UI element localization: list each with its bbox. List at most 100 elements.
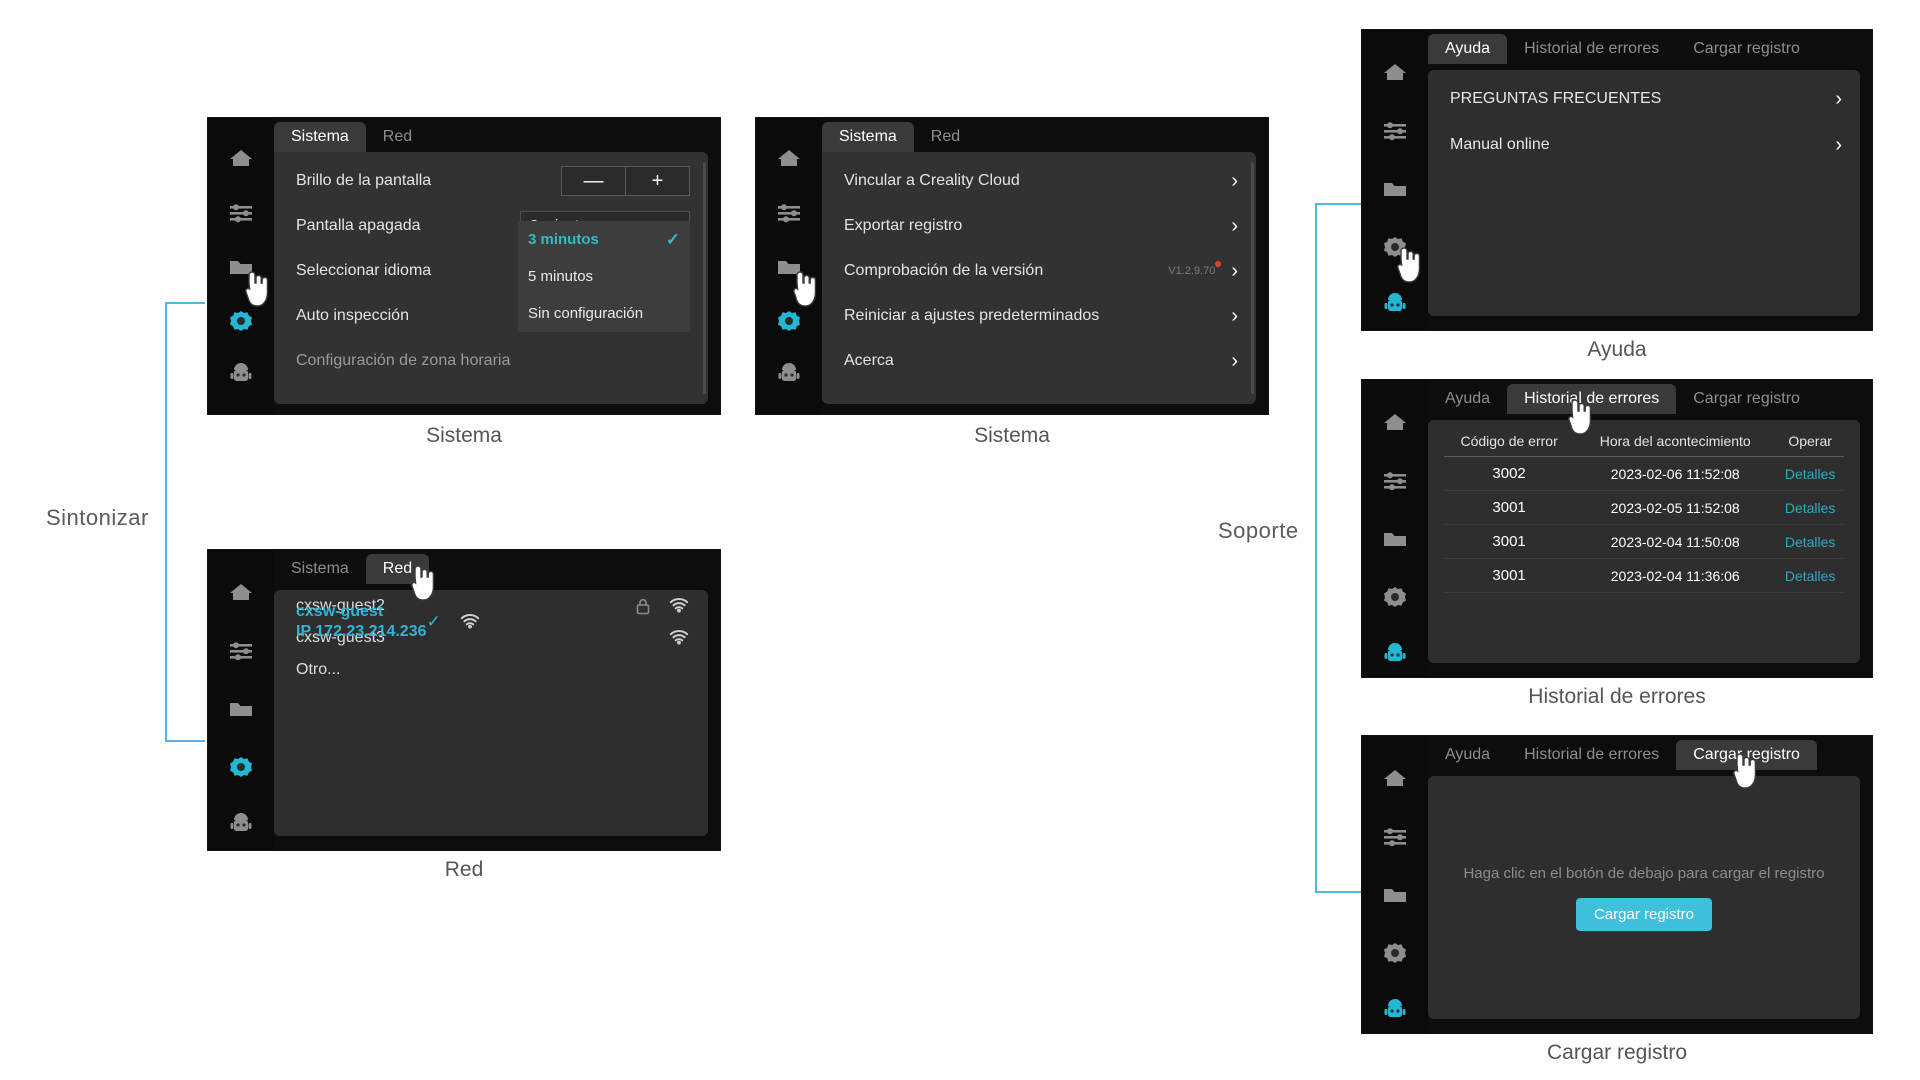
row-zona-horaria[interactable]: Configuración de zona horaria xyxy=(274,338,708,383)
tab-red[interactable]: Red xyxy=(366,122,429,152)
tab-cargar-registro[interactable]: Cargar registro xyxy=(1676,34,1817,64)
brightness-plus-button[interactable]: + xyxy=(625,165,690,196)
caption-help: Ayuda xyxy=(1587,338,1647,361)
home-icon[interactable] xyxy=(226,578,256,608)
menu-item-comprobacion-version[interactable]: Comprobación de la versión V1.2.9.70 › xyxy=(822,248,1256,293)
wifi-icon xyxy=(669,598,689,613)
upload-hint-text: Haga clic en el botón de debajo para car… xyxy=(1463,864,1825,882)
tab-historial-errores[interactable]: Historial de errores xyxy=(1507,384,1677,435)
network-ip: IP 172.23.214.236 xyxy=(296,623,427,640)
folder-icon[interactable] xyxy=(1380,880,1410,910)
tab-cargar-registro[interactable]: Cargar registro xyxy=(1676,384,1817,414)
settings-list: Brillo de la pantalla — + Pantalla apaga… xyxy=(274,152,708,404)
details-link[interactable]: Detalles xyxy=(1776,456,1844,491)
gear-icon[interactable] xyxy=(226,752,256,782)
folder-icon[interactable] xyxy=(1380,524,1410,554)
panel-scrollbar[interactable] xyxy=(1251,162,1254,394)
help-item-manual-online[interactable]: Manual online › xyxy=(1428,122,1860,168)
tab-historial-errores[interactable]: Historial de errores xyxy=(1507,740,1676,770)
gear-icon[interactable] xyxy=(774,306,804,336)
tab-sistema[interactable]: Sistema xyxy=(274,554,366,584)
tab-historial-errores[interactable]: Historial de errores xyxy=(1507,34,1676,64)
tune-icon[interactable] xyxy=(1380,116,1410,146)
network-item-cxsw-guest[interactable]: cxsw-guest IP 172.23.214.236 ✓ xyxy=(274,590,499,648)
details-link[interactable]: Detalles xyxy=(1776,524,1844,559)
menu-item-exportar-registro[interactable]: Exportar registro › xyxy=(822,203,1256,248)
panel-body: Ayuda Historial de errores Cargar regist… xyxy=(1428,30,1872,330)
chevron-right-icon: › xyxy=(1231,259,1238,282)
panel-body: Sistema Red Brillo de la pantalla — + Pa… xyxy=(274,118,720,414)
upload-log-button[interactable]: Cargar registro xyxy=(1575,897,1713,931)
robot-icon[interactable] xyxy=(1380,290,1410,320)
nav-rail xyxy=(1362,736,1428,1033)
tune-icon[interactable] xyxy=(774,198,804,228)
screen-system-settings: Sistema Red Brillo de la pantalla — + Pa… xyxy=(208,118,720,414)
tabbar-support: Ayuda Historial de errores Cargar regist… xyxy=(1428,30,1860,64)
col-operar: Operar xyxy=(1776,424,1844,457)
network-name: cxsw-guest IP 172.23.214.236 xyxy=(296,603,427,640)
col-codigo-error: Código de error xyxy=(1444,424,1575,457)
screen-off-dropdown-list: 3 minutos ✓ 5 minutos Sin configuración xyxy=(518,221,690,332)
folder-icon[interactable] xyxy=(774,252,804,282)
tune-icon[interactable] xyxy=(226,198,256,228)
row-brillo-label: Brillo de la pantalla xyxy=(296,171,432,189)
help-item-preguntas-frecuentes[interactable]: PREGUNTAS FRECUENTES › xyxy=(1428,76,1860,122)
home-icon[interactable] xyxy=(1380,764,1410,794)
tab-ayuda[interactable]: Ayuda xyxy=(1428,740,1507,770)
menu-item-acerca[interactable]: Acerca › xyxy=(822,338,1256,383)
details-link[interactable]: Detalles xyxy=(1776,558,1844,593)
cell-time: 2023-02-04 11:36:06 xyxy=(1574,558,1777,593)
tab-ayuda[interactable]: Ayuda xyxy=(1428,384,1507,414)
robot-icon[interactable] xyxy=(1380,640,1410,670)
caption-network: Red xyxy=(444,858,484,881)
tab-red[interactable]: Red xyxy=(365,554,434,601)
tune-icon[interactable] xyxy=(226,636,256,666)
tab-red[interactable]: Red xyxy=(914,122,977,152)
folder-icon[interactable] xyxy=(226,252,256,282)
robot-icon[interactable] xyxy=(226,810,256,840)
home-icon[interactable] xyxy=(1380,408,1410,438)
network-item-otro[interactable]: Otro... xyxy=(274,654,708,686)
home-icon[interactable] xyxy=(1380,58,1410,88)
chevron-right-icon: › xyxy=(1231,169,1238,192)
cell-time: 2023-02-06 11:52:08 xyxy=(1574,456,1777,491)
upload-log-panel: Haga clic en el botón de debajo para car… xyxy=(1428,776,1860,1019)
tab-cargar-registro[interactable]: Cargar registro xyxy=(1676,740,1817,789)
robot-icon[interactable] xyxy=(774,360,804,390)
menu-item-reiniciar-ajustes[interactable]: Reiniciar a ajustes predeterminados › xyxy=(822,293,1256,338)
folder-icon[interactable] xyxy=(1380,174,1410,204)
tab-sistema[interactable]: Sistema xyxy=(822,122,914,152)
caption-system-settings: Sistema xyxy=(426,424,502,447)
check-icon: ✓ xyxy=(665,229,680,249)
cell-time: 2023-02-05 11:52:08 xyxy=(1574,490,1777,525)
menu-item-vincular-creality-cloud[interactable]: Vincular a Creality Cloud › xyxy=(822,158,1256,203)
chevron-right-icon: › xyxy=(1231,214,1238,237)
screen-upload-log: Ayuda Historial de errores Cargar regist… xyxy=(1362,736,1872,1033)
robot-icon[interactable] xyxy=(1380,996,1410,1026)
table-row: 3002 2023-02-06 11:52:08 Detalles xyxy=(1444,456,1844,491)
gear-icon[interactable] xyxy=(1380,582,1410,612)
row-brillo[interactable]: Brillo de la pantalla — + xyxy=(274,158,708,203)
network-list: cxsw-guest IP 172.23.214.236 ✓ cxsw-gues… xyxy=(274,590,708,836)
brightness-minus-button[interactable]: — xyxy=(561,165,625,196)
tune-icon[interactable] xyxy=(1380,822,1410,852)
tune-icon[interactable] xyxy=(1380,466,1410,496)
gear-icon[interactable] xyxy=(1380,232,1410,262)
home-icon[interactable] xyxy=(774,144,804,174)
panel-body: Ayuda Historial de errores Cargar regist… xyxy=(1428,736,1872,1033)
update-badge-dot xyxy=(1215,260,1222,267)
robot-icon[interactable] xyxy=(226,360,256,390)
panel-scrollbar[interactable] xyxy=(703,162,706,394)
dropdown-option-5-minutos[interactable]: 5 minutos xyxy=(518,258,690,295)
tab-ayuda[interactable]: Ayuda xyxy=(1428,34,1508,64)
folder-icon[interactable] xyxy=(226,694,256,724)
home-icon[interactable] xyxy=(226,144,256,174)
group-label-sintonizar: Sintonizar xyxy=(46,505,149,530)
gear-icon[interactable] xyxy=(1380,938,1410,968)
gear-icon[interactable] xyxy=(226,306,256,336)
nav-rail xyxy=(1362,380,1428,677)
dropdown-option-3-minutos[interactable]: 3 minutos ✓ xyxy=(518,221,690,258)
dropdown-option-sin-configuracion[interactable]: Sin configuración xyxy=(518,295,690,332)
tab-sistema[interactable]: Sistema xyxy=(274,122,366,152)
details-link[interactable]: Detalles xyxy=(1776,490,1844,525)
